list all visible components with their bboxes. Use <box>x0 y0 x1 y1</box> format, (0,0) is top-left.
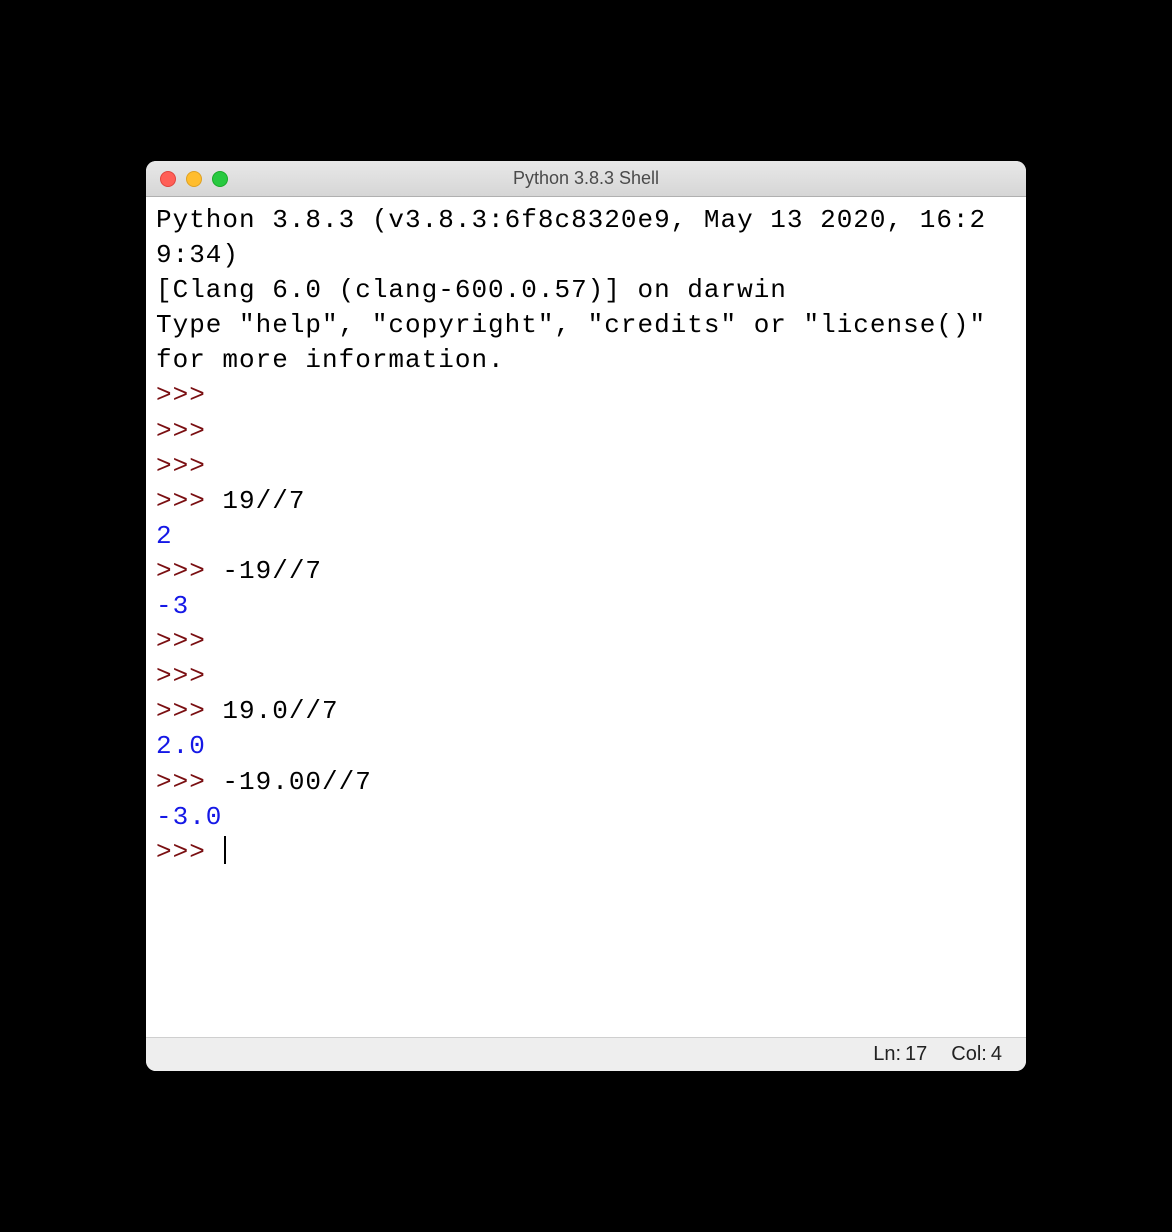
maximize-button[interactable] <box>212 171 228 187</box>
shell-output: -3.0 <box>156 802 222 832</box>
window-controls <box>160 171 228 187</box>
col-label: Col: <box>951 1043 987 1066</box>
prompt: >>> <box>156 626 222 656</box>
close-button[interactable] <box>160 171 176 187</box>
shell-output: 2.0 <box>156 731 206 761</box>
shell-content[interactable]: Python 3.8.3 (v3.8.3:6f8c8320e9, May 13 … <box>146 197 1026 1037</box>
shell-input: 19.0//7 <box>222 696 338 726</box>
minimize-button[interactable] <box>186 171 202 187</box>
line-value: 17 <box>905 1043 927 1066</box>
prompt: >>> <box>156 837 222 867</box>
prompt: >>> <box>156 486 222 516</box>
col-value: 4 <box>991 1043 1002 1066</box>
banner-line: Python 3.8.3 (v3.8.3:6f8c8320e9, May 13 … <box>156 205 986 270</box>
banner-line: [Clang 6.0 (clang-600.0.57)] on darwin <box>156 275 787 305</box>
idle-window: Python 3.8.3 Shell Python 3.8.3 (v3.8.3:… <box>146 161 1026 1071</box>
shell-input: -19.00//7 <box>222 767 371 797</box>
prompt: >>> <box>156 451 222 481</box>
prompt: >>> <box>156 380 222 410</box>
text-cursor <box>224 836 226 864</box>
prompt: >>> <box>156 416 222 446</box>
status-bar: Ln: 17 Col: 4 <box>146 1037 1026 1071</box>
prompt: >>> <box>156 696 222 726</box>
shell-output: 2 <box>156 521 173 551</box>
shell-output: -3 <box>156 591 189 621</box>
titlebar[interactable]: Python 3.8.3 Shell <box>146 161 1026 197</box>
banner-line: Type "help", "copyright", "credits" or "… <box>156 310 1003 375</box>
shell-input: -19//7 <box>222 556 322 586</box>
line-label: Ln: <box>873 1043 901 1066</box>
prompt: >>> <box>156 767 222 797</box>
prompt: >>> <box>156 556 222 586</box>
prompt: >>> <box>156 661 222 691</box>
shell-input: 19//7 <box>222 486 305 516</box>
window-title: Python 3.8.3 Shell <box>146 168 1026 189</box>
